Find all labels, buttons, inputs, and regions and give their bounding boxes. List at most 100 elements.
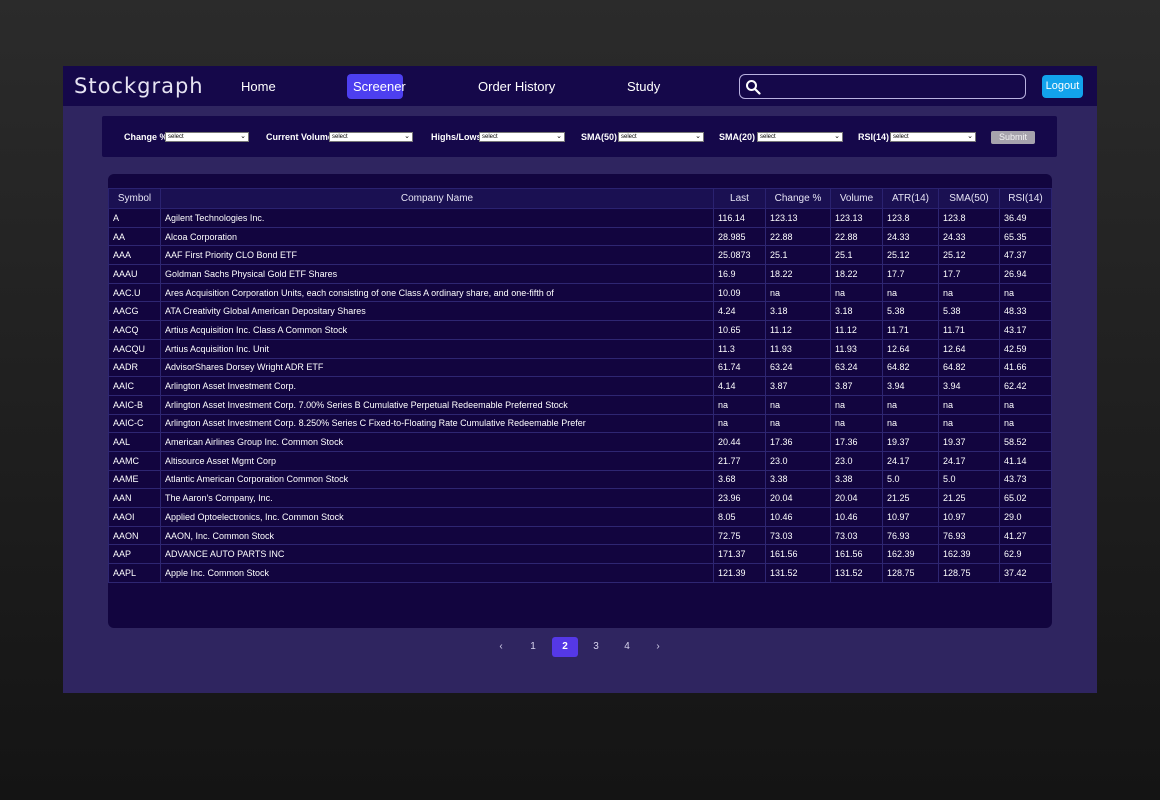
cell-company-name: Artius Acquisition Inc. Unit — [160, 338, 714, 359]
logout-button[interactable]: Logout — [1042, 75, 1083, 98]
table-row[interactable]: AACG ATA Creativity Global American Depos… — [108, 301, 1052, 322]
table-row[interactable]: AAPL Apple Inc. Common Stock 121.39 131.52 1… — [108, 563, 1052, 583]
cell-volume: 3.18 — [830, 301, 883, 322]
cell-volume: 17.36 — [830, 432, 883, 452]
cell-symbol: AAMC — [108, 450, 161, 471]
cell-company-name: AAF First Priority CLO Bond ETF — [160, 245, 714, 266]
table-row[interactable]: AADR AdvisorShares Dorsey Wright ADR ETF 6… — [108, 357, 1052, 378]
filter-select-highs-lows[interactable]: select ⌄ — [479, 132, 565, 142]
cell-company-name: Goldman Sachs Physical Gold ETF Shares — [160, 264, 714, 284]
cell-sma50: 21.25 — [938, 488, 1000, 508]
table-row[interactable]: AAON AAON, Inc. Common Stock 72.75 73.03 73.… — [108, 525, 1052, 546]
col-header-last[interactable]: Last — [713, 188, 766, 209]
table-row[interactable]: AAL American Airlines Group Inc. Common S… — [108, 432, 1052, 452]
cell-atr14: 21.25 — [882, 488, 939, 508]
table-row[interactable]: AAOI Applied Optoelectronics, Inc. Common… — [108, 507, 1052, 527]
cell-rsi14: 65.02 — [999, 488, 1052, 508]
table-row[interactable]: AAIC-B Arlington Asset Investment Corp. 7… — [108, 394, 1052, 415]
cell-company-name: AAON, Inc. Common Stock — [160, 525, 714, 546]
col-header-company-name[interactable]: Company Name — [160, 188, 714, 209]
search-box[interactable] — [739, 74, 1026, 99]
table-row[interactable]: AAIC Arlington Asset Investment Corp. 4.14… — [108, 376, 1052, 396]
cell-volume: 22.88 — [830, 226, 883, 247]
page-button-4[interactable]: 4 — [615, 637, 639, 657]
col-header-symbol[interactable]: Symbol — [108, 188, 161, 209]
filter-label-current-volume: Current Volume — [266, 132, 333, 142]
cell-sma50: 5.0 — [938, 469, 1000, 490]
table-row[interactable]: AAIC-C Arlington Asset Investment Corp. 8… — [108, 413, 1052, 434]
col-header-rsi14[interactable]: RSI(14) — [999, 188, 1052, 209]
cell-change-pct: 3.38 — [765, 469, 831, 490]
brand-logo[interactable]: Stockgraph — [74, 74, 204, 98]
nav-home[interactable]: Home — [235, 74, 282, 99]
chevron-down-icon: ⌄ — [834, 133, 840, 140]
filter-select-value: select — [621, 134, 637, 140]
table-row[interactable]: AACQ Artius Acquisition Inc. Class A Comm… — [108, 320, 1052, 340]
prev-page-button[interactable]: ‹ — [489, 637, 513, 657]
table-row[interactable]: AAAU Goldman Sachs Physical Gold ETF Shar… — [108, 264, 1052, 284]
chevron-down-icon: ⌄ — [967, 133, 973, 140]
filter-select-change-pct[interactable]: select ⌄ — [165, 132, 249, 142]
col-header-change-pct[interactable]: Change % — [765, 188, 831, 209]
filter-label-sma50: SMA(50) — [581, 132, 618, 142]
cell-sma50: 19.37 — [938, 432, 1000, 452]
cell-last: na — [713, 413, 766, 434]
cell-rsi14: na — [999, 413, 1052, 434]
cell-change-pct: 25.1 — [765, 245, 831, 266]
table-row[interactable]: A Agilent Technologies Inc. 116.14 123.13 12… — [108, 208, 1052, 228]
cell-volume: 10.46 — [830, 507, 883, 527]
submit-button[interactable]: Submit — [991, 131, 1035, 144]
table-row[interactable]: AAN The Aaron's Company, Inc. 23.96 20.04 20… — [108, 488, 1052, 508]
cell-change-pct: 3.18 — [765, 301, 831, 322]
cell-atr14: na — [882, 413, 939, 434]
screener-table-card: Symbol Company Name Last Change % Volume… — [108, 174, 1052, 628]
cell-change-pct: na — [765, 282, 831, 303]
table-row[interactable]: AAC.U Ares Acquisition Corporation Units,… — [108, 282, 1052, 303]
col-header-atr14[interactable]: ATR(14) — [882, 188, 939, 209]
cell-last: 72.75 — [713, 525, 766, 546]
table-row[interactable]: AAMC Altisource Asset Mgmt Corp 21.77 23.0 2… — [108, 450, 1052, 471]
cell-symbol: A — [108, 208, 161, 228]
chevron-down-icon: ⌄ — [404, 133, 410, 140]
table-row[interactable]: AAME Atlantic American Corporation Common… — [108, 469, 1052, 490]
screener-table: Symbol Company Name Last Change % Volume… — [108, 188, 1052, 583]
cell-symbol: AACG — [108, 301, 161, 322]
col-header-volume[interactable]: Volume — [830, 188, 883, 209]
cell-volume: 23.0 — [830, 450, 883, 471]
filter-select-sma20[interactable]: select ⌄ — [757, 132, 843, 142]
table-row[interactable]: AACQU Artius Acquisition Inc. Unit 11.3 11.… — [108, 338, 1052, 359]
page-button-1[interactable]: 1 — [521, 637, 545, 657]
table-row[interactable]: AAA AAF First Priority CLO Bond ETF 25.087… — [108, 245, 1052, 266]
filter-select-current-volume[interactable]: select ⌄ — [329, 132, 413, 142]
cell-atr14: 24.17 — [882, 450, 939, 471]
nav-study[interactable]: Study — [621, 74, 666, 99]
table-row[interactable]: AAP ADVANCE AUTO PARTS INC 171.37 161.56 161… — [108, 544, 1052, 565]
cell-symbol: AAN — [108, 488, 161, 508]
cell-symbol: AAC.U — [108, 282, 161, 303]
filter-select-sma50[interactable]: select ⌄ — [618, 132, 704, 142]
nav-screener[interactable]: Screener — [347, 74, 406, 99]
cell-change-pct: na — [765, 413, 831, 434]
cell-company-name: Ares Acquisition Corporation Units, each… — [160, 282, 714, 303]
cell-change-pct: 11.93 — [765, 338, 831, 359]
col-header-sma50[interactable]: SMA(50) — [938, 188, 1000, 209]
search-input[interactable] — [766, 77, 1020, 97]
cell-symbol: AAIC-C — [108, 413, 161, 434]
page-button-3[interactable]: 3 — [584, 637, 608, 657]
nav-order-history[interactable]: Order History — [472, 74, 561, 99]
cell-company-name: ATA Creativity Global American Depositar… — [160, 301, 714, 322]
cell-company-name: Atlantic American Corporation Common Sto… — [160, 469, 714, 490]
next-page-button[interactable]: › — [646, 637, 670, 657]
cell-volume: 11.12 — [830, 320, 883, 340]
filter-select-rsi14[interactable]: select ⌄ — [890, 132, 976, 142]
cell-symbol: AAPL — [108, 563, 161, 583]
table-row[interactable]: AA Alcoa Corporation 28.985 22.88 22.88 24.33… — [108, 226, 1052, 247]
cell-last: 20.44 — [713, 432, 766, 452]
cell-atr14: 5.0 — [882, 469, 939, 490]
chevron-down-icon: ⌄ — [556, 133, 562, 140]
cell-symbol: AADR — [108, 357, 161, 378]
cell-last: 8.05 — [713, 507, 766, 527]
page-button-2[interactable]: 2 — [552, 637, 578, 657]
cell-company-name: ADVANCE AUTO PARTS INC — [160, 544, 714, 565]
cell-volume: 131.52 — [830, 563, 883, 583]
